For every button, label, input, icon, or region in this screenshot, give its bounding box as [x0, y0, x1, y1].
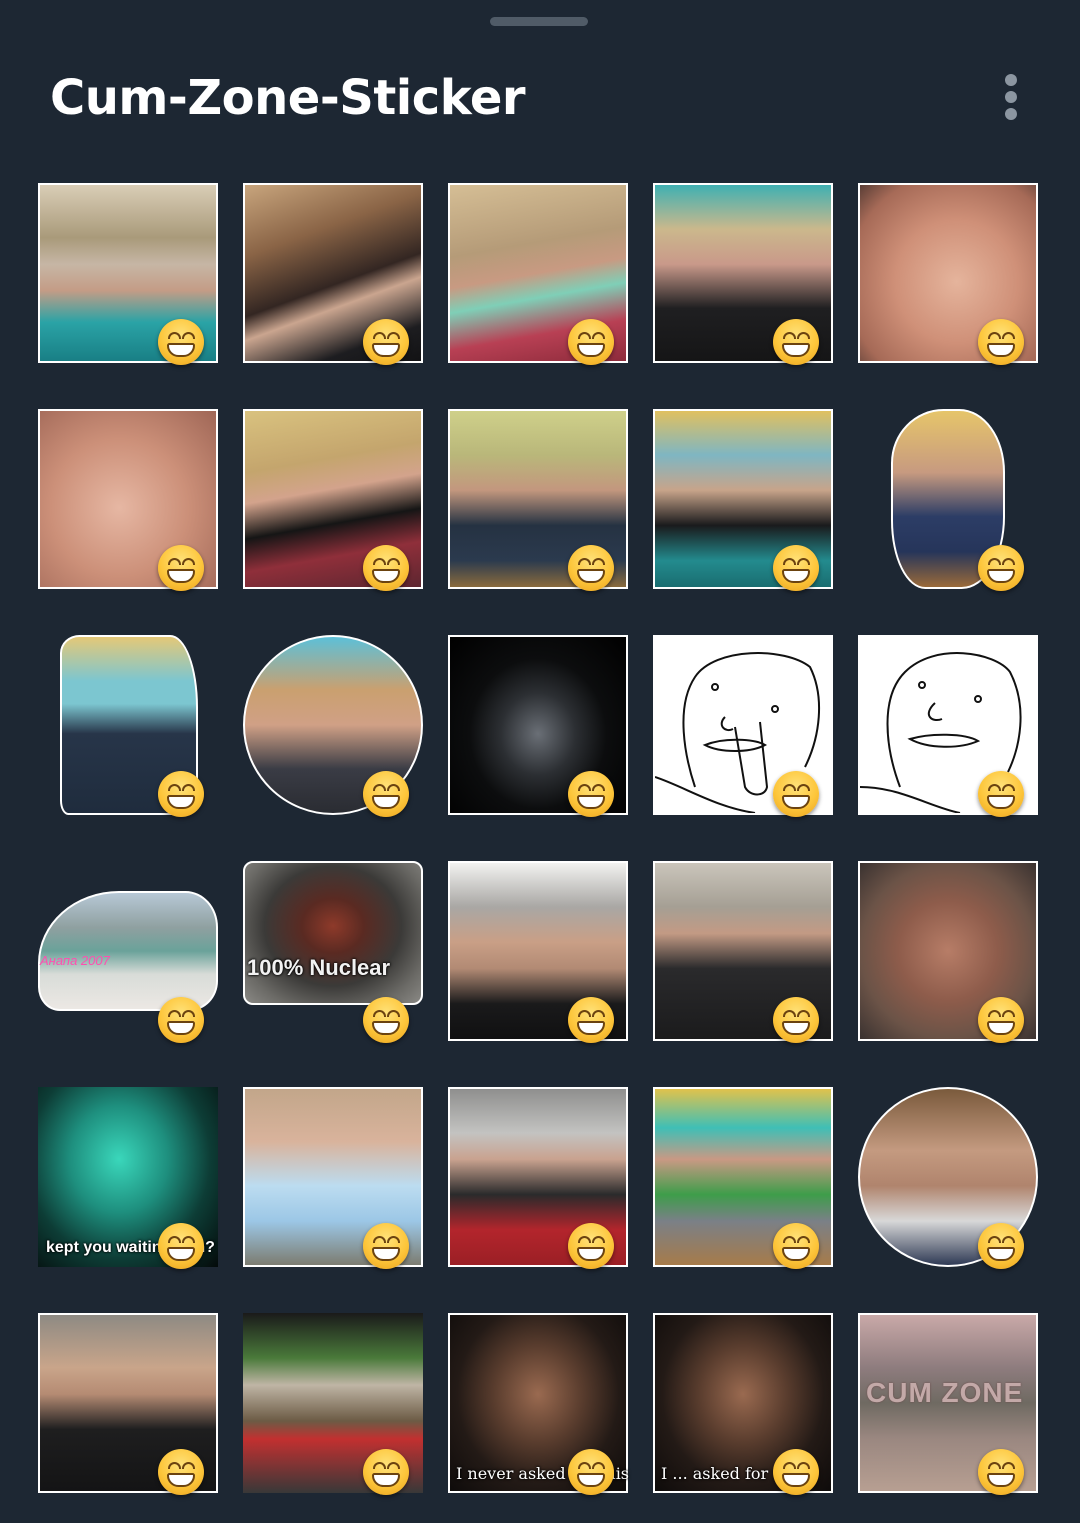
grinning-emoji-icon [158, 1223, 204, 1269]
sticker-20[interactable] [858, 861, 1038, 1043]
grinning-emoji-icon [363, 997, 409, 1043]
sticker-24[interactable] [653, 1087, 833, 1269]
grinning-emoji-icon [158, 771, 204, 817]
grinning-emoji-icon [568, 771, 614, 817]
grinning-emoji-icon [158, 1449, 204, 1495]
sticker-3[interactable] [448, 183, 628, 365]
sticker-9[interactable] [653, 409, 833, 591]
sticker-caption: 100% Nuclear [247, 955, 391, 980]
grinning-emoji-icon [773, 997, 819, 1043]
sticker-21[interactable]: kept you waiting huh? [38, 1087, 218, 1269]
grinning-emoji-icon [568, 1449, 614, 1495]
sticker-5[interactable] [858, 183, 1038, 365]
grinning-emoji-icon [568, 319, 614, 365]
sticker-caption: CUM ZONE [866, 1377, 1024, 1408]
sticker-8[interactable] [448, 409, 628, 591]
sticker-pack-title: Cum-Zone-Sticker [50, 70, 526, 126]
drag-handle[interactable] [490, 17, 588, 26]
sticker-17[interactable]: 100% Nuclear [243, 861, 423, 1043]
grinning-emoji-icon [978, 1449, 1024, 1495]
grinning-emoji-icon [978, 771, 1024, 817]
grinning-emoji-icon [158, 319, 204, 365]
sticker-23[interactable] [448, 1087, 628, 1269]
sticker-30[interactable]: CUM ZONE [858, 1313, 1038, 1495]
sticker-13[interactable] [448, 635, 628, 817]
grinning-emoji-icon [158, 997, 204, 1043]
grinning-emoji-icon [773, 319, 819, 365]
sticker-11[interactable] [60, 635, 204, 817]
sticker-10[interactable] [891, 409, 1024, 591]
sticker-22[interactable] [243, 1087, 423, 1269]
grinning-emoji-icon [568, 545, 614, 591]
grinning-emoji-icon [363, 319, 409, 365]
grinning-emoji-icon [158, 545, 204, 591]
grinning-emoji-icon [773, 771, 819, 817]
sticker-4[interactable] [653, 183, 833, 365]
grinning-emoji-icon [363, 545, 409, 591]
sticker-26[interactable] [38, 1313, 218, 1495]
sticker-caption: Анапа 2007 [40, 953, 110, 968]
sticker-6[interactable] [38, 409, 218, 591]
grinning-emoji-icon [773, 1223, 819, 1269]
sticker-7[interactable] [243, 409, 423, 591]
sticker-25[interactable] [858, 1087, 1038, 1269]
sticker-18[interactable] [448, 861, 628, 1043]
grinning-emoji-icon [773, 545, 819, 591]
grinning-emoji-icon [978, 1223, 1024, 1269]
sticker-14[interactable] [653, 635, 833, 817]
sticker-1[interactable] [38, 183, 218, 365]
grinning-emoji-icon [363, 1449, 409, 1495]
sticker-27[interactable] [243, 1313, 423, 1495]
grinning-emoji-icon [568, 997, 614, 1043]
more-vertical-icon[interactable] [994, 72, 1028, 122]
sticker-19[interactable] [653, 861, 833, 1043]
grinning-emoji-icon [773, 1449, 819, 1495]
grinning-emoji-icon [978, 997, 1024, 1043]
grinning-emoji-icon [568, 1223, 614, 1269]
sticker-28[interactable]: I never asked for this [448, 1313, 629, 1495]
grinning-emoji-icon [978, 545, 1024, 591]
sticker-2[interactable] [243, 183, 423, 365]
grinning-emoji-icon [363, 1223, 409, 1269]
grinning-emoji-icon [978, 319, 1024, 365]
sticker-15[interactable] [858, 635, 1038, 817]
sticker-12[interactable] [243, 635, 423, 817]
sticker-16[interactable]: Анапа 2007 [38, 861, 218, 1043]
grinning-emoji-icon [363, 771, 409, 817]
sticker-29[interactable]: I ... asked for this [653, 1313, 833, 1495]
